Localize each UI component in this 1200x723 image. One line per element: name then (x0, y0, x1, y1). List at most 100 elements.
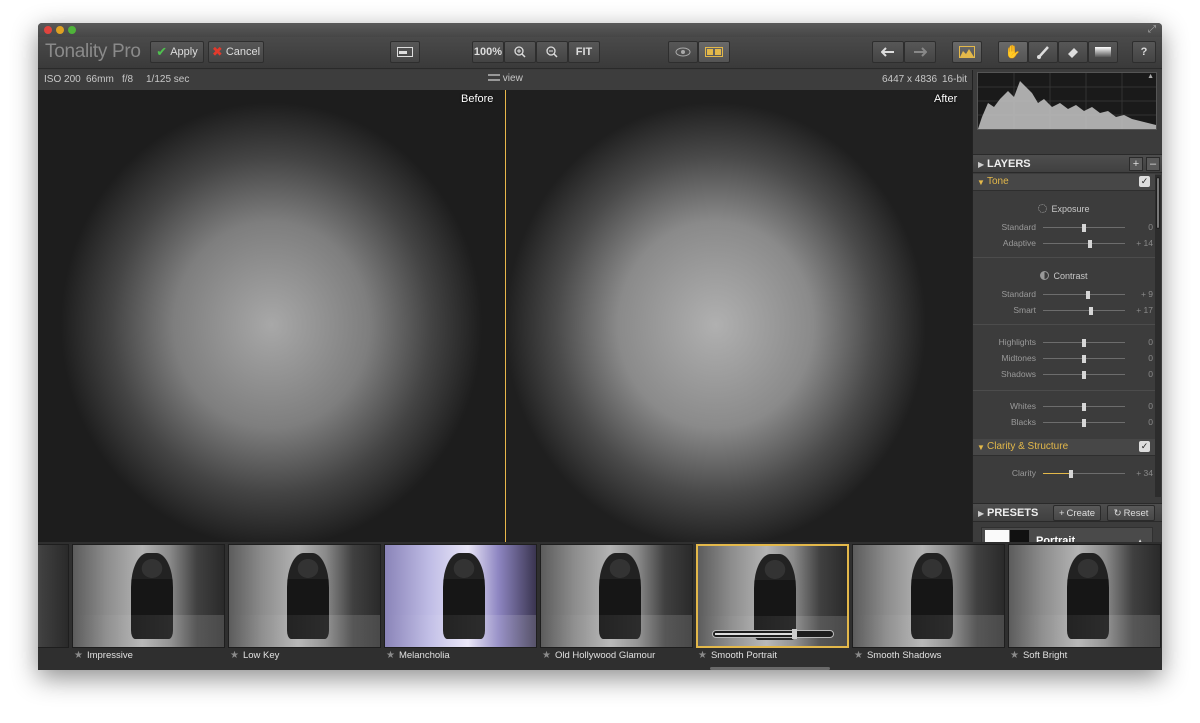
cancel-label: Cancel (225, 46, 261, 58)
layers-title: LAYERS (987, 158, 1031, 170)
gradient-icon (1095, 47, 1111, 57)
exposure-group-title: Exposure (973, 204, 1155, 214)
apply-label: Apply (170, 46, 198, 58)
slider-knob[interactable] (1086, 291, 1091, 299)
create-preset-button[interactable]: + Create (1053, 505, 1101, 521)
remove-layer-button[interactable]: – (1146, 157, 1160, 171)
toggle-panel-button[interactable] (390, 41, 420, 63)
shutter-value: 1/125 sec (146, 74, 190, 85)
view-toggle[interactable]: view (488, 73, 523, 84)
collapse-triangle-icon: ▶ (978, 509, 985, 518)
histogram-scroll-up-icon[interactable]: ▲ (1147, 73, 1154, 80)
favorite-star-icon[interactable]: ★ (698, 650, 707, 661)
favorite-star-icon[interactable]: ★ (230, 650, 239, 661)
favorite-star-icon[interactable]: ★ (542, 650, 551, 661)
preset-filmstrip: ★ Impressive ★ Low Key ★ Melancholia ★ Old Holl… (38, 542, 1162, 670)
gradient-tool-button[interactable] (1088, 41, 1118, 63)
histogram-toggle-button[interactable] (952, 41, 982, 63)
preset-caption: ★ Smooth Shadows (852, 650, 1005, 664)
preset-thumbnail-old-hollywood-glamour[interactable] (540, 544, 693, 648)
slider-track[interactable] (1043, 473, 1071, 474)
favorite-star-icon[interactable]: ★ (74, 650, 83, 661)
expand-triangle-icon: ▼ (977, 178, 985, 187)
slider-label: Adaptive (1002, 238, 1036, 248)
cancel-button[interactable]: ✖ Cancel (208, 41, 264, 63)
help-button[interactable]: ? (1132, 41, 1156, 63)
plus-icon: + (1058, 507, 1065, 519)
fullscreen-icon[interactable]: ⤢ (1148, 24, 1156, 35)
zoom-window-button[interactable] (68, 26, 76, 34)
hand-tool-button[interactable]: ✋ (998, 41, 1028, 63)
layers-header[interactable]: ▶ LAYERS + – (973, 154, 1162, 173)
reset-preset-button[interactable]: ↻ Reset (1107, 505, 1155, 521)
zoom-out-button[interactable] (536, 41, 568, 63)
reset-icon: ↻ (1113, 507, 1122, 519)
tone-section-header[interactable]: ▼ Tone ✓ (973, 174, 1155, 191)
slider-knob[interactable] (1087, 240, 1092, 248)
favorite-star-icon[interactable]: ★ (1010, 650, 1019, 661)
eraser-tool-button[interactable] (1058, 41, 1088, 63)
zoom-100-button[interactable]: 100% (472, 41, 504, 63)
redo-button[interactable] (904, 41, 936, 63)
slider-knob[interactable] (1082, 371, 1086, 379)
apply-button[interactable]: ✔ Apply (150, 41, 204, 63)
slider-knob[interactable] (1082, 355, 1086, 363)
favorite-star-icon[interactable]: ★ (854, 650, 863, 661)
layers-scrollbar-thumb[interactable] (1156, 177, 1160, 229)
presets-title: PRESETS (987, 507, 1039, 519)
preset-name: Old Hollywood Glamour (554, 650, 656, 661)
close-window-button[interactable] (44, 26, 52, 34)
preset-thumbnail-melancholia[interactable] (384, 544, 537, 648)
brush-tool-button[interactable] (1028, 41, 1058, 63)
add-layer-button[interactable]: + (1129, 157, 1143, 171)
preset-strength-fill (715, 633, 795, 635)
zoom-in-button[interactable] (504, 41, 536, 63)
layers-scrollbar[interactable] (1155, 175, 1161, 497)
slider-knob[interactable] (1089, 307, 1094, 315)
slider-label: Clarity (1011, 468, 1036, 478)
slider-track[interactable] (1043, 243, 1125, 244)
preview-toggle-button[interactable] (668, 41, 698, 63)
preset-thumbnail-partial[interactable] (38, 544, 69, 648)
thumbnail-shading (385, 615, 536, 647)
slider-label: Standard (1001, 222, 1037, 232)
split-divider[interactable] (505, 90, 506, 542)
preset-thumbnail-smooth-portrait[interactable] (696, 544, 849, 648)
clarity-section-header[interactable]: ▼ Clarity & Structure ✓ (973, 439, 1155, 456)
slider-value: + 14 (1136, 238, 1153, 248)
fit-button[interactable]: FIT (568, 41, 600, 63)
tone-enabled-checkbox[interactable]: ✓ (1139, 176, 1150, 187)
slider-label: Standard (1001, 289, 1037, 299)
slider-knob[interactable] (1082, 339, 1086, 347)
eye-icon (675, 47, 691, 57)
after-label: After (934, 93, 958, 105)
filmstrip-scrollbar[interactable] (710, 667, 830, 670)
slider-row-clarity: Clarity + 34 (973, 467, 1155, 481)
image-viewer[interactable]: Before After (38, 90, 972, 542)
minimize-window-button[interactable] (56, 26, 64, 34)
thumbnail-shading (73, 615, 224, 647)
undo-button[interactable] (872, 41, 904, 63)
app-title: Tonality Pro (45, 41, 141, 62)
slider-knob[interactable] (1082, 419, 1086, 427)
slider-value: 0 (1148, 337, 1153, 347)
clarity-enabled-checkbox[interactable]: ✓ (1139, 441, 1150, 452)
favorite-star-icon[interactable]: ★ (386, 650, 395, 661)
preset-strength-slider[interactable] (712, 629, 834, 639)
preset-thumbnail-low-key[interactable] (228, 544, 381, 648)
slider-track[interactable] (1043, 294, 1125, 295)
slider-knob[interactable] (1082, 403, 1086, 411)
histogram-graph (978, 73, 1156, 129)
preset-thumbnail-soft-bright[interactable] (1008, 544, 1161, 648)
slider-knob[interactable] (1082, 224, 1086, 232)
contrast-icon (1040, 271, 1050, 280)
slider-track[interactable] (1043, 310, 1125, 311)
preset-thumbnail-impressive[interactable] (72, 544, 225, 648)
preset-thumbnail-smooth-shadows[interactable] (852, 544, 1005, 648)
slider-knob[interactable] (1068, 470, 1073, 478)
zoom-in-icon (514, 46, 526, 58)
presets-header[interactable]: ▶ PRESETS + Create ↻ Reset (973, 503, 1162, 522)
preset-strength-knob[interactable] (792, 629, 798, 639)
iso-value: ISO 200 (44, 74, 81, 85)
split-view-button[interactable] (698, 41, 730, 63)
